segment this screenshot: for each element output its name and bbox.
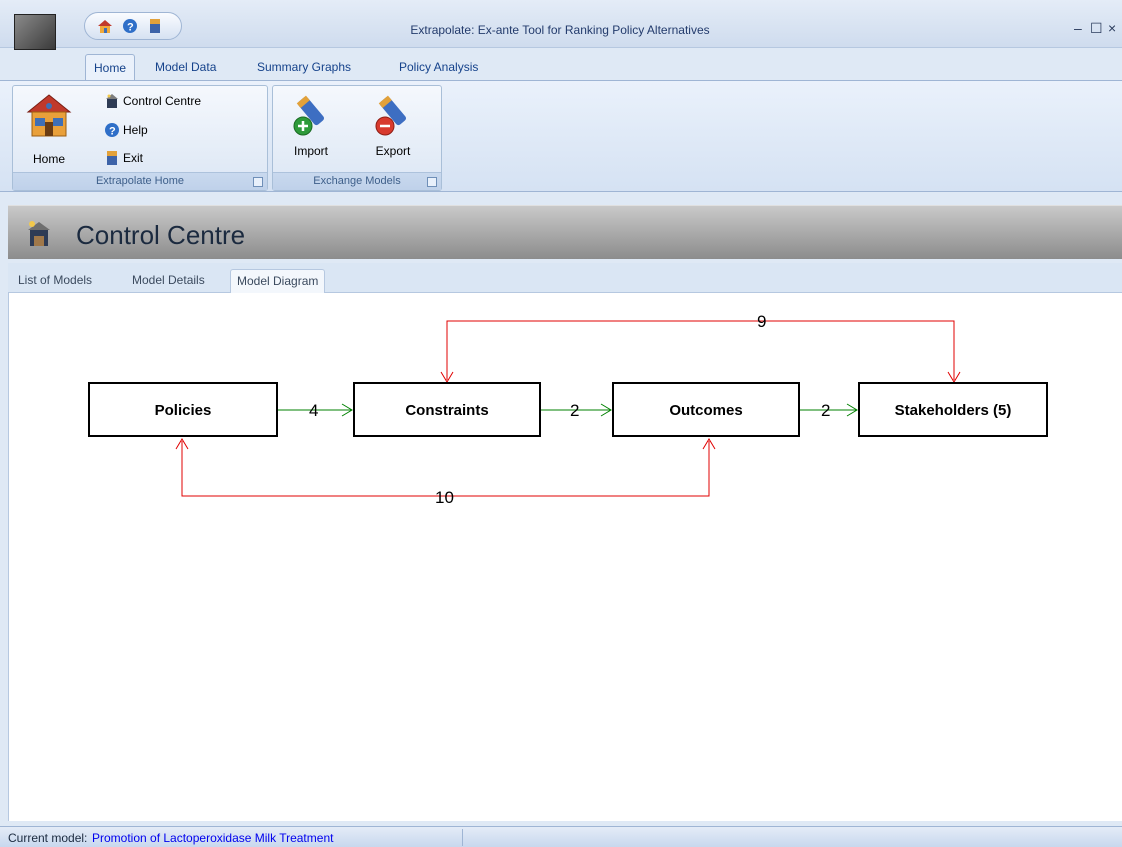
edge-constraints-stakeholders [446,320,955,380]
help-icon: ? [105,123,119,138]
exit-label: Exit [123,151,144,165]
import-icon [293,95,325,136]
import-label: Import [293,144,328,158]
tab-policy-analysis[interactable]: Policy Analysis [391,54,486,80]
home-icon[interactable] [97,18,113,34]
status-divider [462,829,463,846]
group-label: Extrapolate Home [13,172,267,190]
help-button[interactable]: ? Help [101,119,261,141]
edge-label-outcomes-stakeholders: 2 [821,401,830,420]
tab-model-details[interactable]: Model Details [126,269,211,293]
node-constraints-label: Constraints [405,402,488,419]
control-centre-button[interactable]: Control Centre [101,90,261,112]
exit-button[interactable]: Exit [101,147,261,169]
control-centre-icon [28,221,50,246]
export-label: Export [375,144,411,158]
tab-summary-graphs[interactable]: Summary Graphs [249,54,359,80]
svg-text:?: ? [109,126,116,138]
dialog-launcher-icon[interactable] [253,177,263,187]
group-exchange-models: Import Export Exchange Models [272,85,442,191]
help-label: Help [123,123,148,137]
window-title: Extrapolate: Ex-ante Tool for Ranking Po… [410,23,710,37]
model-diagram: 9 10 4 2 2 Policies Constraints Outcomes… [88,312,1048,507]
content-tabs: List of Models Model Details Model Diagr… [8,263,1122,293]
node-stakeholders-label: Stakeholders (5) [895,402,1012,419]
export-button[interactable]: Export [363,90,423,170]
home-button-label: Home [32,152,65,166]
app-logo[interactable] [14,14,56,50]
quick-access-toolbar: ? [84,12,182,40]
node-policies-label: Policies [155,402,212,419]
control-centre-icon [106,94,118,108]
group-label: Exchange Models [273,172,441,190]
model-diagram-canvas: 9 10 4 2 2 Policies Constraints Outcomes… [8,293,1122,821]
status-bar: Current model: Promotion of Lactoperoxid… [0,826,1122,847]
export-icon [375,95,407,136]
control-centre-label: Control Centre [123,94,202,108]
exit-icon [107,151,117,165]
edge-label-policies-outcomes: 10 [435,488,454,507]
page-title: Control Centre [76,220,246,250]
maximize-button[interactable]: ☐ [1090,20,1103,37]
page-header: Control Centre [8,205,1122,259]
svg-text:?: ? [127,22,134,34]
group-extrapolate-home: Home Control Centre ? Help Exit Extrapol… [12,85,268,191]
home-big-button[interactable]: Home [21,90,77,170]
edge-label-policies-constraints: 4 [309,401,318,420]
title-bar: ? Extrapolate: Ex-ante Tool for Ranking … [0,0,1122,50]
ribbon: Home Control Centre ? Help Exit Extrapol… [0,80,1122,192]
edge-label-constraints-outcomes: 2 [570,401,579,420]
tab-model-diagram[interactable]: Model Diagram [230,269,326,293]
minimize-button[interactable]: – [1074,20,1082,36]
import-button[interactable]: Import [281,90,341,170]
dialog-launcher-icon[interactable] [427,177,437,187]
edge-label-constraints-stakeholders: 9 [757,312,766,331]
tab-home[interactable]: Home [85,54,136,80]
close-button[interactable]: × [1108,20,1116,36]
home-icon [26,94,72,137]
tab-list-of-models[interactable]: List of Models [12,269,98,293]
exit-icon[interactable] [147,18,163,34]
status-label: Current model: [8,831,88,845]
node-outcomes-label: Outcomes [669,402,742,419]
current-model-link[interactable]: Promotion of Lactoperoxidase Milk Treatm… [92,831,333,845]
help-icon[interactable]: ? [122,18,138,34]
tab-model-data[interactable]: Model Data [147,54,224,80]
